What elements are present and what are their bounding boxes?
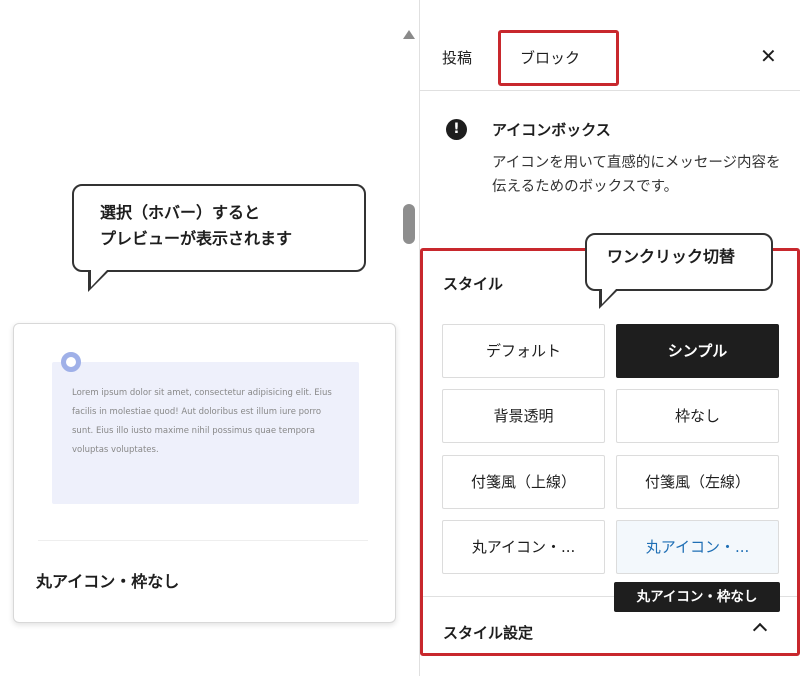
preview-body-text: Lorem ipsum dolor sit amet, consectetur …	[72, 388, 332, 455]
preview-icon-box: Lorem ipsum dolor sit amet, consectetur …	[52, 362, 359, 504]
style-option-simple[interactable]: シンプル	[616, 324, 779, 378]
exclamation-circle-icon: !	[446, 119, 467, 140]
style-heading: スタイル	[443, 275, 504, 293]
preview-hint-line1: 選択（ホバー）すると	[100, 203, 261, 222]
preview-hint-callout: 選択（ホバー）すると プレビューが表示されます	[72, 184, 366, 272]
style-tooltip: 丸アイコン・枠なし	[614, 582, 780, 612]
block-title: アイコンボックス	[492, 121, 611, 139]
scrollbar-thumb[interactable]	[403, 204, 415, 244]
style-option-borderless[interactable]: 枠なし	[616, 389, 779, 443]
callout-tail-fill	[91, 269, 108, 287]
preview-round-icon	[61, 352, 81, 372]
close-icon[interactable]: ✕	[760, 46, 777, 66]
preview-style-label: 丸アイコン・枠なし	[36, 572, 180, 591]
style-option-transparent-bg[interactable]: 背景透明	[442, 389, 605, 443]
style-option-sticky-left[interactable]: 付箋風（左線）	[616, 455, 779, 509]
style-settings-toggle[interactable]: スタイル設定	[443, 622, 533, 643]
tab-block-highlight	[498, 30, 619, 86]
style-preview-card: Lorem ipsum dolor sit amet, consectetur …	[13, 323, 396, 623]
preview-hint-line2: プレビューが表示されます	[100, 229, 293, 248]
tab-post[interactable]: 投稿	[442, 47, 472, 68]
scroll-up-arrow-icon[interactable]	[403, 30, 415, 39]
style-option-round-icon[interactable]: 丸アイコン・...	[442, 520, 605, 574]
one-click-callout: ワンクリック切替	[585, 233, 773, 291]
style-option-default[interactable]: デフォルト	[442, 324, 605, 378]
block-description: アイコンを用いて直感的にメッセージ内容を伝えるためのボックスです。	[492, 155, 781, 195]
style-option-sticky-top[interactable]: 付箋風（上線）	[442, 455, 605, 509]
one-click-label: ワンクリック切替	[607, 247, 736, 266]
preview-divider	[38, 540, 368, 541]
style-option-round-icon-borderless[interactable]: 丸アイコン・...	[616, 520, 779, 574]
header-divider	[420, 90, 800, 91]
callout-tail-fill	[602, 288, 617, 304]
